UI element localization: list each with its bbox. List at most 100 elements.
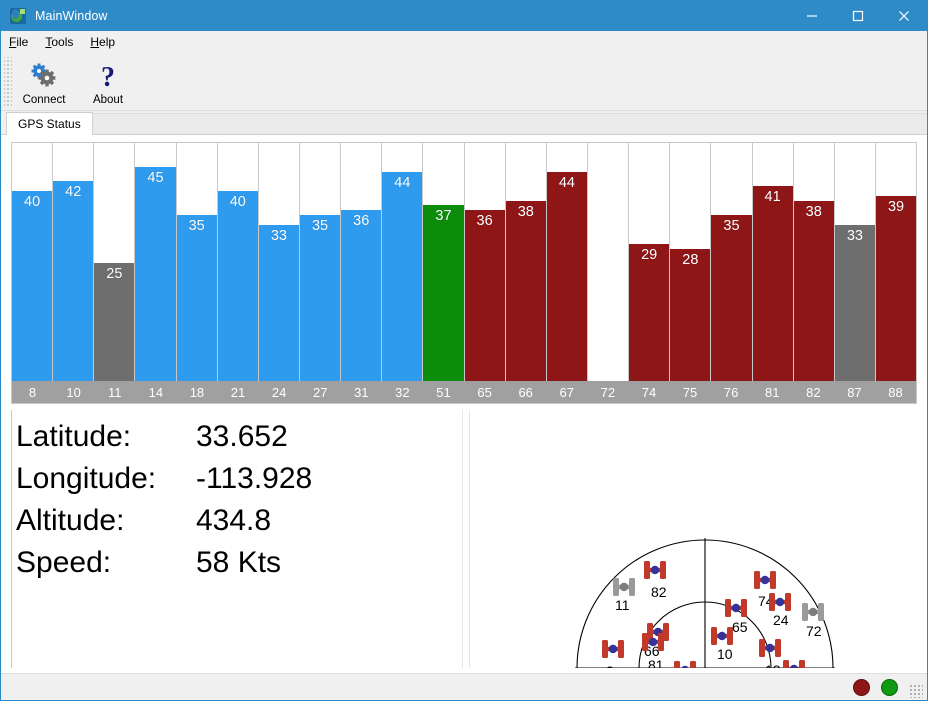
snr-axis-label-74: 74 — [641, 384, 657, 400]
connect-button[interactable]: Connect — [12, 57, 76, 109]
globe-icon — [10, 8, 26, 24]
svg-text:?: ? — [101, 62, 115, 90]
snr-bar-fill-10: 42 — [53, 181, 94, 383]
info-value-3: 58 Kts — [196, 546, 282, 579]
snr-bar-65: 36 — [464, 143, 506, 383]
snr-axis-label-32: 32 — [395, 384, 410, 400]
snr-bar-fill-24: 33 — [258, 224, 299, 383]
snr-bar-11: 25 — [94, 143, 136, 383]
snr-bar-8: 40 — [12, 143, 54, 383]
snr-axis-labels: 8 10 11 14 18 21 24 27 31 32 51 65 66 67 72 74 75 76 81 82 8… — [12, 381, 916, 403]
snr-bar-31: 36 — [341, 143, 383, 383]
snr-bar-value-66: 38 — [517, 203, 534, 220]
fix-led — [881, 678, 898, 696]
satellite-label-24: 24 — [773, 612, 789, 628]
satellite-label-81: 81 — [648, 657, 664, 668]
tab-gps-status-label: GPS Status — [18, 117, 81, 131]
tab-strip: GPS Status — [1, 111, 927, 135]
info-key-3: Speed: — [16, 546, 112, 579]
snr-axis-label-72: 72 — [600, 384, 616, 400]
snr-bar-value-24: 33 — [270, 227, 287, 244]
maximize-icon[interactable] — [835, 1, 881, 31]
info-value-2: 434.8 — [196, 504, 272, 537]
snr-bar-18: 35 — [176, 143, 218, 383]
info-row-latitude: Latitude: 33.652 — [16, 416, 462, 458]
satellite-icon-74 — [754, 571, 776, 589]
sky-plot-canvas: 8211742472651018756681867321427885121763… — [575, 538, 835, 668]
snr-axis-label-65: 65 — [477, 384, 492, 400]
satellite-icon-8 — [602, 640, 624, 658]
satellite-label-10: 10 — [717, 646, 733, 662]
snr-bar-fill-31: 36 — [341, 210, 382, 383]
snr-bar-value-67: 44 — [558, 174, 575, 191]
snr-bar-value-65: 36 — [476, 213, 493, 230]
snr-bar-value-88: 39 — [887, 198, 905, 215]
snr-axis-label-66: 66 — [518, 384, 533, 400]
snr-bar-value-32: 44 — [394, 174, 411, 191]
snr-bar-88: 39 — [875, 143, 917, 383]
close-icon[interactable] — [881, 1, 927, 31]
snr-bar-10: 42 — [53, 143, 95, 383]
snr-bar-fill-27: 35 — [299, 215, 341, 383]
info-key-0: Latitude: — [16, 420, 132, 453]
satellite-icon-11 — [613, 578, 635, 596]
info-key-2: Altitude: — [16, 504, 125, 537]
toolbar-drag-handle[interactable] — [4, 57, 12, 107]
content-pane: 40 42 25 45 35 40 33 35 36 44 37 36 38 44 29 28 35 41 38 33… — [1, 134, 927, 674]
menu-item-tools[interactable]: Tools — [37, 32, 82, 52]
menu-item-help[interactable]: Help — [82, 32, 124, 52]
satellite-icon-24 — [769, 593, 791, 611]
snr-axis-label-51: 51 — [436, 384, 451, 400]
satellite-label-72: 72 — [806, 623, 822, 639]
snr-bar-value-31: 36 — [353, 213, 370, 230]
snr-axis-label-82: 82 — [806, 384, 821, 400]
tab-strip-filler — [92, 113, 927, 135]
satellite-icon-72 — [802, 603, 824, 621]
snr-bar-fill-8: 40 — [12, 191, 53, 383]
snr-bar-76: 35 — [711, 143, 753, 383]
snr-axis-label-88: 88 — [888, 384, 903, 400]
minimize-icon[interactable] — [789, 1, 835, 31]
sky-plot-satellites: 8211742472651018756681867321427885121763… — [602, 561, 824, 668]
menu-file-label: ile — [16, 34, 29, 49]
snr-axis-label-67: 67 — [559, 384, 574, 400]
menu-help-label: elp — [99, 34, 116, 49]
snr-bar-21: 40 — [217, 143, 259, 383]
snr-bars-area: 40 42 25 45 35 40 33 35 36 44 37 36 38 44 29 28 35 41 38 33… — [12, 143, 917, 383]
snr-axis-label-87: 87 — [847, 384, 862, 400]
satellite-label-65: 65 — [732, 619, 748, 635]
menu-item-file[interactable]: File — [1, 32, 37, 52]
info-row-speed: Speed: 58 Kts — [16, 542, 462, 584]
resize-grip-icon[interactable] — [909, 684, 923, 698]
snr-bar-75: 28 — [670, 143, 712, 383]
snr-bar-value-87: 33 — [846, 227, 863, 244]
satellite-icon-10 — [711, 627, 733, 645]
menu-tools-label: ools — [51, 34, 74, 49]
info-value-1: -113.928 — [196, 462, 313, 495]
about-button[interactable]: ? About — [76, 57, 140, 109]
main-window: MainWindow File Tools Help Connect ? Abo… — [0, 0, 928, 701]
snr-bar-fill-75: 28 — [670, 248, 711, 383]
snr-bar-value-27: 35 — [311, 218, 329, 234]
satellite-label-11: 11 — [615, 597, 630, 613]
snr-bar-fill-67: 44 — [546, 171, 587, 383]
snr-bar-fill-21: 40 — [217, 191, 258, 383]
window-title: MainWindow — [35, 9, 108, 23]
satellite-label-8: 8 — [606, 663, 614, 668]
info-key-1: Longitude: — [16, 462, 157, 495]
snr-bar-81: 41 — [752, 143, 794, 383]
connect-button-label: Connect — [22, 94, 66, 106]
snr-bar-fill-66: 38 — [505, 200, 546, 383]
snr-bar-value-76: 35 — [723, 218, 740, 234]
snr-axis-label-14: 14 — [148, 384, 164, 400]
info-row-longitude: Longitude: -113.928 — [16, 458, 462, 500]
snr-bar-14: 45 — [135, 143, 177, 383]
satellite-icon-65 — [725, 599, 747, 617]
snr-bar-value-18: 35 — [188, 218, 205, 234]
snr-bar-67: 44 — [546, 143, 588, 383]
snr-bar-chart: 40 42 25 45 35 40 33 35 36 44 37 36 38 44 29 28 35 41 38 33… — [11, 142, 917, 404]
tab-gps-status[interactable]: GPS Status — [6, 112, 93, 135]
snr-axis-label-31: 31 — [354, 384, 369, 400]
snr-bar-fill-11: 25 — [94, 263, 135, 383]
snr-bar-value-74: 29 — [641, 246, 658, 263]
